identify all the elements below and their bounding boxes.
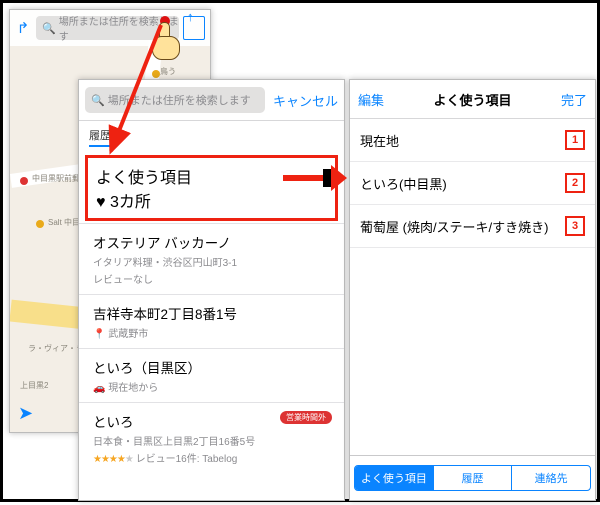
nav-bar: 編集 よく使う項目 完了 (350, 80, 595, 119)
item-label: といろ(中目黒) (360, 174, 447, 193)
row-title: といろ（目黒区） (93, 357, 332, 377)
favorites-sub: ♥ 3カ所 (96, 188, 327, 212)
favorites-title: よく使う項目 (96, 164, 327, 188)
pin-icon: 📍 (93, 329, 108, 340)
history-row[interactable]: といろ営業時間外 日本食・目黒区上目黒2丁目16番5号 ★★★★★ レビュー16… (79, 402, 344, 473)
search-bar: 🔍場所または住所を検索します キャンセル (79, 80, 344, 121)
history-row[interactable]: といろ（目黒区） 🚗 現在地から (79, 348, 344, 402)
star-rating-icon: ★★★★★ (93, 454, 133, 465)
segment-control[interactable]: 履歴 (79, 121, 344, 153)
page-title: よく使う項目 (433, 90, 511, 109)
annotation-number: 1 (565, 130, 585, 150)
search-placeholder: 場所または住所を検索します (108, 92, 251, 108)
row-sub: イタリア料理・渋谷区円山町3-1 (93, 254, 332, 269)
done-button[interactable]: 完了 (561, 90, 587, 109)
map-poi-dot[interactable] (20, 177, 28, 185)
closed-badge: 営業時間外 (280, 411, 332, 424)
row-title: 吉祥寺本町2丁目8番1号 (93, 303, 332, 323)
list-item[interactable]: 葡萄屋 (焼肉/ステーキ/すき焼き) 3 (350, 205, 595, 248)
map-poi-dot[interactable] (152, 70, 160, 78)
row-sub: 📍 武蔵野市 (93, 325, 332, 340)
favorites-list: 現在地 1 といろ(中目黒) 2 葡萄屋 (焼肉/ステーキ/すき焼き) 3 (350, 119, 595, 455)
search-field[interactable]: 🔍場所または住所を検索します (85, 87, 265, 113)
favorites-row[interactable]: よく使う項目 ♥ 3カ所 (85, 155, 338, 221)
directions-icon[interactable]: ↱ (10, 19, 32, 37)
list-item[interactable]: 現在地 1 (350, 119, 595, 162)
tap-gesture-icon (150, 24, 190, 68)
bottom-tab-bar: よく使う項目 履歴 連絡先 (350, 455, 595, 500)
map-poi-dot[interactable] (36, 220, 44, 228)
search-icon: 🔍 (91, 94, 105, 107)
map-area-label: 上目黒2 (20, 380, 48, 391)
list-item[interactable]: といろ(中目黒) 2 (350, 162, 595, 205)
row-sub: 🚗 現在地から (93, 379, 332, 394)
row-rating: ★★★★★ レビュー16件: Tabelog (93, 450, 332, 465)
car-icon: 🚗 (93, 383, 108, 394)
annotation-number: 3 (565, 216, 585, 236)
row-sub: レビューなし (93, 271, 332, 286)
item-label: 葡萄屋 (焼肉/ステーキ/すき焼き) (360, 217, 549, 236)
locate-me-icon[interactable]: ➤ (18, 403, 33, 424)
item-label: 現在地 (360, 131, 399, 150)
row-title: オステリア バッカーノ (93, 232, 332, 252)
search-icon: 🔍 (42, 22, 56, 35)
search-history-panel: 🔍場所または住所を検索します キャンセル 履歴 よく使う項目 ♥ 3カ所 オステ… (78, 79, 345, 501)
segment-history[interactable]: 履歴 (89, 127, 111, 147)
tab-history[interactable]: 履歴 (433, 466, 512, 490)
row-title: といろ営業時間外 (93, 411, 332, 431)
history-row[interactable]: オステリア バッカーノ イタリア料理・渋谷区円山町3-1 レビューなし (79, 223, 344, 294)
tab-favorites[interactable]: よく使う項目 (355, 466, 433, 490)
heart-icon: ♥ (96, 194, 110, 211)
history-row[interactable]: 吉祥寺本町2丁目8番1号 📍 武蔵野市 (79, 294, 344, 348)
tab-contacts[interactable]: 連絡先 (511, 466, 590, 490)
edit-button[interactable]: 編集 (358, 90, 384, 109)
cancel-button[interactable]: キャンセル (265, 91, 338, 110)
map-poi-label: ラ・ヴィア・ラ (28, 343, 84, 354)
tab-segment: よく使う項目 履歴 連絡先 (354, 465, 591, 491)
row-sub: 日本食・目黒区上目黒2丁目16番5号 (93, 433, 332, 448)
annotation-number: 2 (565, 173, 585, 193)
favorites-panel: 編集 よく使う項目 完了 現在地 1 といろ(中目黒) 2 葡萄屋 (焼肉/ステーキ… (349, 79, 596, 501)
